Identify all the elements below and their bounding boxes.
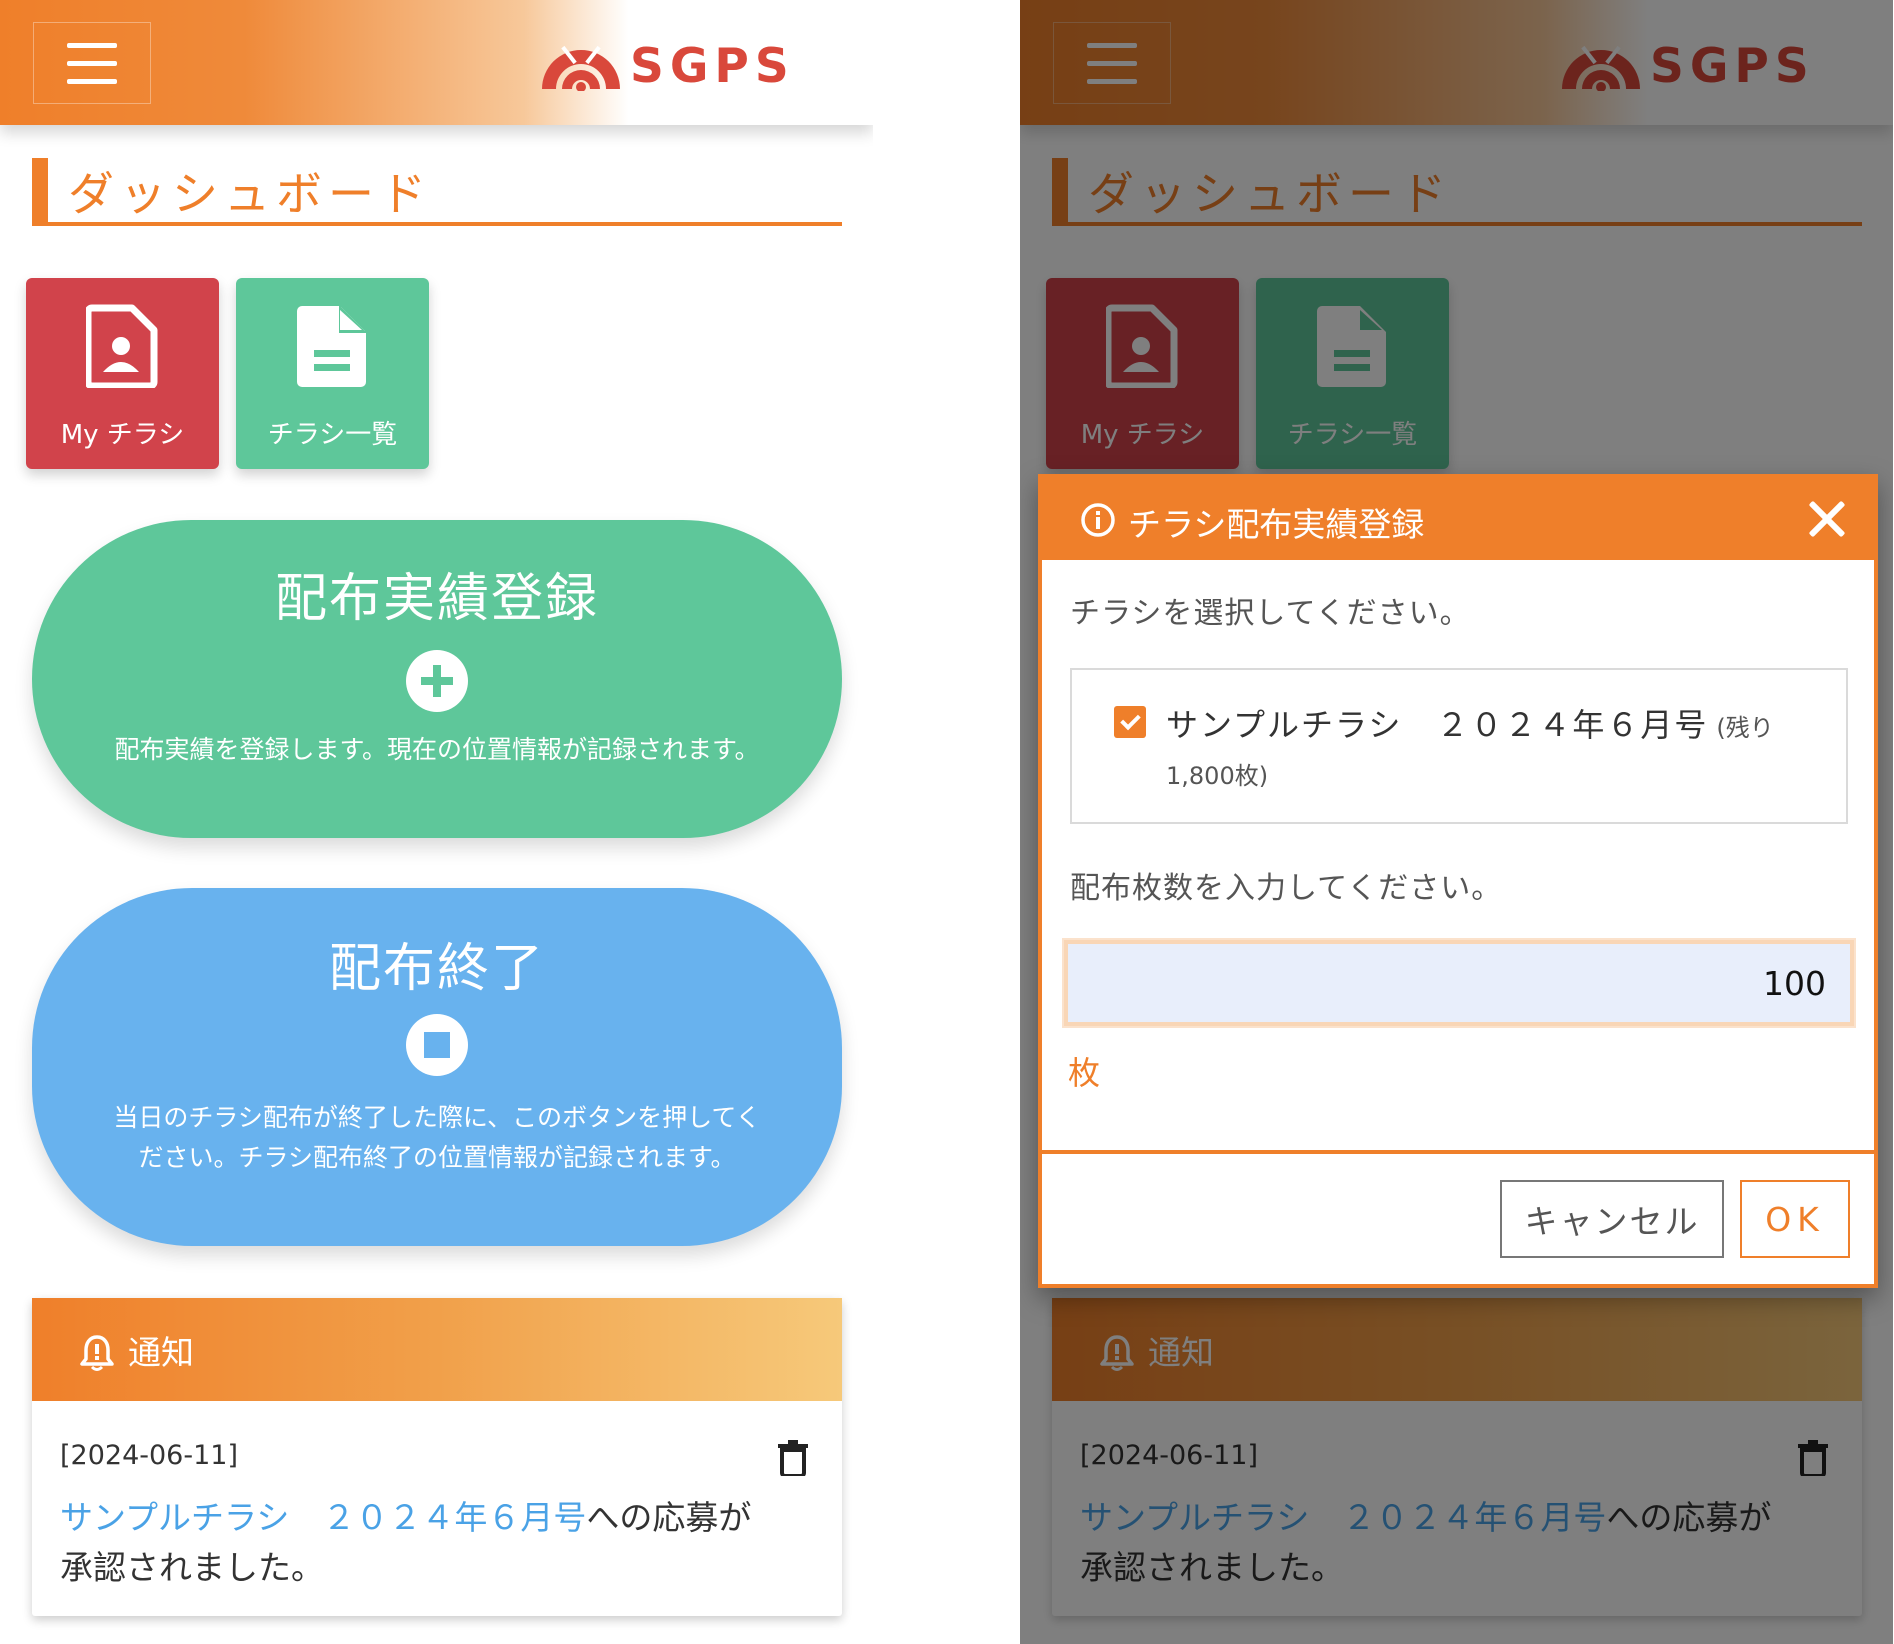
flyer-checkbox[interactable] xyxy=(1114,706,1146,738)
register-distribution-button[interactable]: 配布実績登録 配布実績を登録します。現在の位置情報が記録されます。 xyxy=(32,520,842,838)
document-list-icon xyxy=(297,306,366,387)
info-icon xyxy=(1081,503,1115,537)
register-title: 配布実績登録 xyxy=(274,569,599,629)
trash-icon[interactable] xyxy=(776,1440,810,1476)
flyer-option-name: サンプルチラシ ２０２４年６月号 xyxy=(1166,706,1709,744)
flyer-link[interactable]: サンプルチラシ ２０２４年６月号 xyxy=(60,1498,586,1537)
notification-message: サンプルチラシ ２０２４年６月号への応募が承認されました。 xyxy=(60,1493,780,1593)
logo-arc-icon xyxy=(542,45,620,91)
cancel-button[interactable]: キャンセル xyxy=(1500,1180,1724,1258)
distribution-record-dialog: チラシ配布実績登録 チラシを選択してください。 サンプルチラシ ２０２４年６月号… xyxy=(1038,474,1878,1288)
quantity-input[interactable] xyxy=(1064,940,1854,1026)
page-title: ダッシュボード xyxy=(32,158,842,226)
notification-header: 通知 xyxy=(32,1298,842,1401)
stop-circle-icon xyxy=(406,1014,468,1076)
close-icon[interactable] xyxy=(1804,496,1848,540)
flyer-option-label[interactable]: サンプルチラシ ２０２４年６月号 (残り xyxy=(1166,700,1774,746)
register-description: 配布実績を登録します。現在の位置情報が記録されます。 xyxy=(114,735,760,764)
notification-date: [2024-06-11] xyxy=(60,1440,238,1471)
bell-alert-icon xyxy=(80,1335,114,1371)
flyer-select-list: サンプルチラシ ２０２４年６月号 (残り 1,800枚) xyxy=(1070,668,1848,824)
finish-distribution-button[interactable]: 配布終了 当日のチラシ配布が終了した際に、このボタンを押してください。チラシ配布… xyxy=(32,888,842,1246)
notification-card: 通知 [2024-06-11] サンプルチラシ ２０２４年６月号への応募が承認さ… xyxy=(32,1298,842,1616)
ok-button[interactable]: OK xyxy=(1740,1180,1850,1258)
brand-logo[interactable]: SGPS xyxy=(540,38,795,94)
dashboard-screen: SGPS ダッシュボード My チラシ チラシ一覧 配布実績登録 配布実績を登録… xyxy=(0,0,873,1644)
unit-label: 枚 xyxy=(1068,1054,1101,1092)
finish-description: 当日のチラシ配布が終了した際に、このボタンを押してください。チラシ配布終了の位置… xyxy=(113,1103,761,1172)
menu-bar xyxy=(67,42,117,48)
flyer-option-remaining-prefix: (残り xyxy=(1716,714,1774,742)
plus-circle-icon xyxy=(406,650,468,712)
count-prompt: 配布枚数を入力してください。 xyxy=(1070,871,1503,906)
flyer-list-label: チラシ一覧 xyxy=(267,420,398,450)
menu-bar xyxy=(67,78,117,84)
dialog-title: チラシ配布実績登録 xyxy=(1128,505,1425,544)
notification-title: 通知 xyxy=(128,1333,194,1372)
brand-name: SGPS xyxy=(630,38,795,94)
finish-title: 配布終了 xyxy=(328,939,545,999)
my-flyer-label: My チラシ xyxy=(60,420,185,450)
menu-bar xyxy=(67,60,117,66)
app-header: SGPS xyxy=(0,0,873,125)
hamburger-menu-button[interactable] xyxy=(33,22,151,104)
flyer-list-tile[interactable]: チラシ一覧 xyxy=(236,278,429,469)
my-flyer-tile[interactable]: My チラシ xyxy=(26,278,219,469)
flyer-select-prompt: チラシを選択してください。 xyxy=(1070,596,1471,631)
dialog-footer-divider xyxy=(1042,1150,1874,1154)
profile-document-icon xyxy=(86,304,158,388)
flyer-option-remaining: 1,800枚) xyxy=(1166,762,1269,790)
dashboard-with-modal-screen: SGPS ダッシュボード My チラシ チラシ一覧 通知 xyxy=(1020,0,1893,1644)
dialog-header: チラシ配布実績登録 xyxy=(1042,478,1874,560)
page-title-text: ダッシュボード xyxy=(68,167,432,221)
